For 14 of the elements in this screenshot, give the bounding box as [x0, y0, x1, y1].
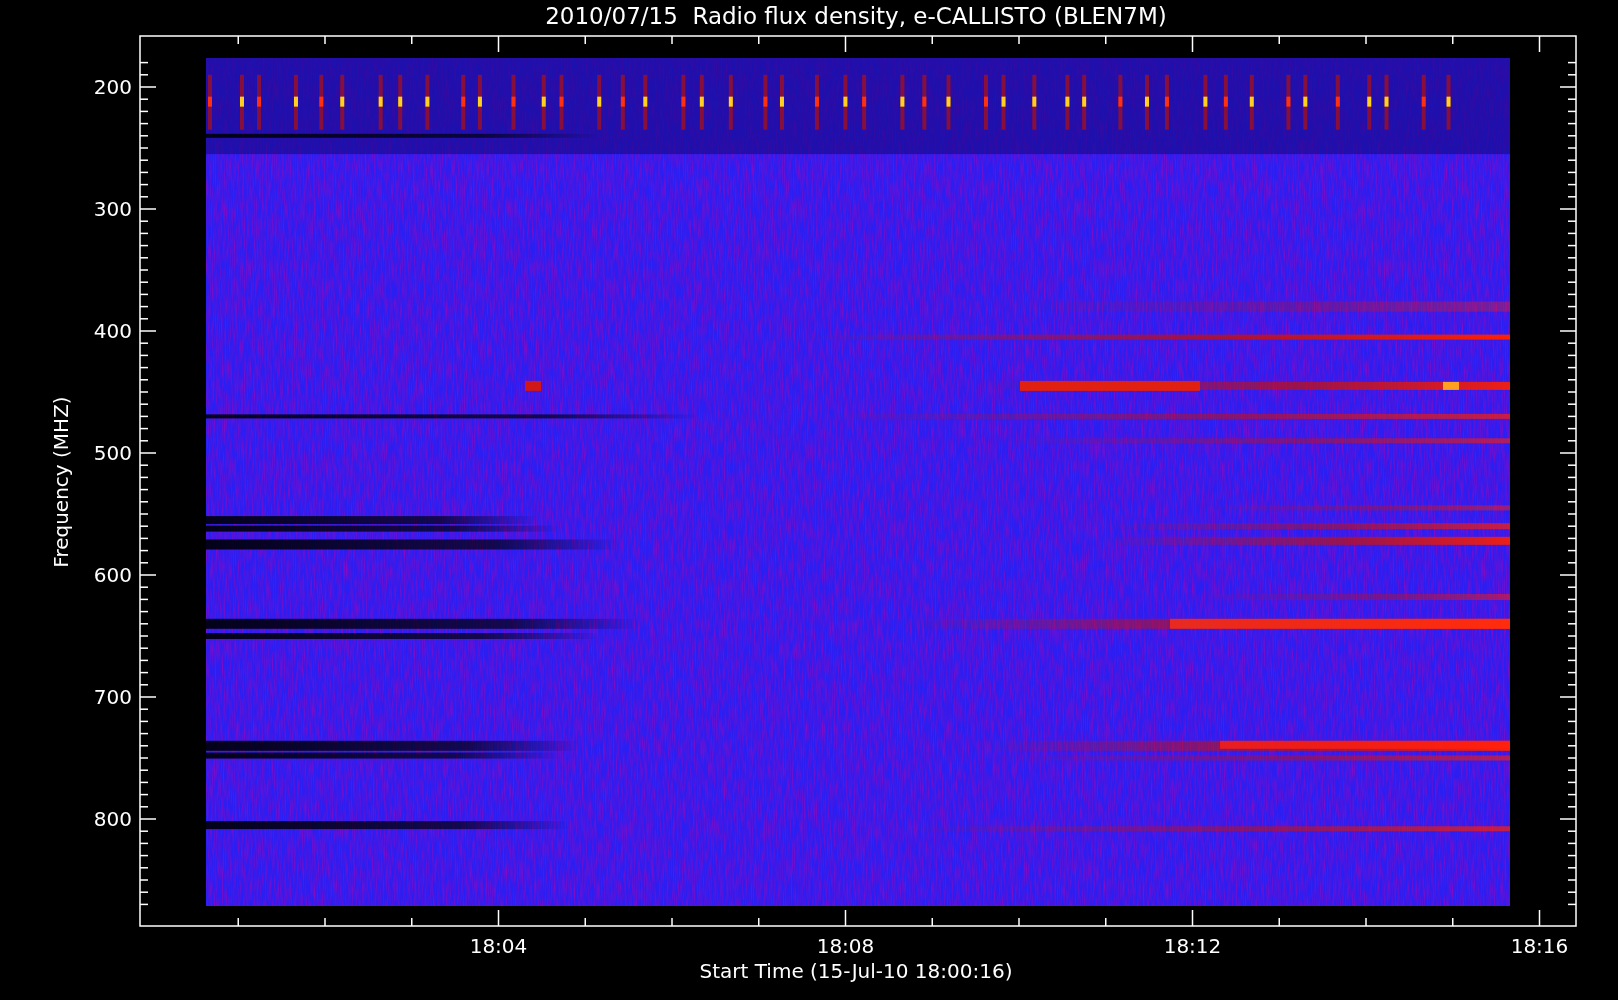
tick-label: 300 [93, 197, 132, 221]
tick-label: 500 [93, 441, 132, 465]
tick-label: 600 [93, 563, 132, 587]
tick-label: 18:08 [816, 934, 875, 958]
tick-label: 18:16 [1510, 934, 1569, 958]
tick-label: 700 [93, 685, 132, 709]
tick-label: 800 [93, 807, 132, 831]
tick-label: 18:12 [1163, 934, 1222, 958]
axis-label: Start Time (15-Jul-10 18:00:16) [699, 959, 1013, 983]
axis-label: Frequency (MHZ) [49, 396, 73, 568]
tick-label: 400 [93, 319, 132, 343]
tick-label: 200 [93, 75, 132, 99]
chart-title: 2010/07/15 Radio flux density, e-CALLISTO (BLEN7M) [545, 3, 1167, 29]
tick-label: 18:04 [469, 934, 528, 958]
